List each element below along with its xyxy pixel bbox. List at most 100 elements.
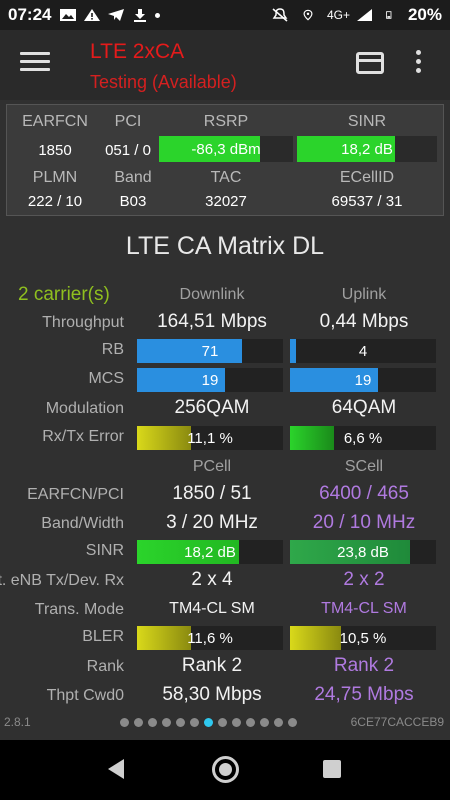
tac-value: 32027 bbox=[205, 193, 247, 210]
back-icon[interactable] bbox=[108, 759, 124, 779]
app-version: 2.8.1 bbox=[4, 715, 31, 729]
sinr-row: SINR 18,2 dB 23,8 dB bbox=[0, 538, 450, 566]
earfcn-label: EARFCN bbox=[22, 113, 88, 130]
rb-ul-value: 4 bbox=[358, 342, 368, 360]
cell-header-row: PCell SCell bbox=[0, 454, 450, 482]
sinr-label: SINR bbox=[347, 113, 387, 130]
sinr-value: 18,2 dB bbox=[341, 140, 393, 158]
uplink-header: Uplink bbox=[341, 286, 387, 303]
bler-row: BLER 11,6 % 10,5 % bbox=[0, 624, 450, 652]
band-width-label: Band/Width bbox=[41, 515, 124, 532]
sim-card-icon[interactable] bbox=[356, 52, 384, 74]
page-dot[interactable] bbox=[218, 718, 227, 727]
menu-icon[interactable] bbox=[20, 52, 50, 76]
trans-mode-scell: TM4-CL SM bbox=[321, 600, 407, 617]
enb-row: Ant. eNB Tx/Dev. Rx 2 x 4 2 x 2 bbox=[0, 568, 450, 596]
rsrp-bar: -86,3 dBm bbox=[159, 136, 293, 162]
throughput-dl: 164,51 Mbps bbox=[157, 311, 267, 332]
mcs-ul-bar: 19 bbox=[290, 368, 436, 392]
rank-label: Rank bbox=[86, 658, 124, 675]
rsrp-label: RSRP bbox=[203, 113, 249, 130]
image-icon bbox=[60, 9, 77, 21]
mcs-dl-bar: 19 bbox=[137, 368, 283, 392]
home-icon[interactable] bbox=[212, 756, 239, 783]
mcs-dl-value: 19 bbox=[201, 371, 219, 389]
status-bar: 07:24 4G+ 20% bbox=[0, 0, 450, 30]
earfcn-pci-pcell: 1850 / 51 bbox=[172, 483, 252, 504]
device-id: 6CE77CACCEB9 bbox=[350, 715, 444, 729]
plmn-value: 222 / 10 bbox=[27, 193, 83, 210]
rb-dl-value: 71 bbox=[201, 342, 219, 360]
rb-row: RB 71 4 bbox=[0, 337, 450, 365]
mcs-row: MCS 19 19 bbox=[0, 366, 450, 394]
tac-label: TAC bbox=[210, 169, 242, 186]
earfcn-pci-label: EARFCN/PCI bbox=[27, 486, 124, 503]
sinr-scell-value: 23,8 dB bbox=[337, 543, 389, 561]
warning-icon bbox=[84, 9, 101, 21]
cwd0-row: Thpt Cwd0 58,30 Mbps 24,75 Mbps bbox=[0, 683, 450, 711]
page-dot[interactable] bbox=[148, 718, 157, 727]
pci-label: PCI bbox=[114, 113, 142, 130]
page-dot[interactable] bbox=[190, 718, 199, 727]
sinr-pcell-bar: 18,2 dB bbox=[137, 540, 283, 564]
cwd0-pcell: 58,30 Mbps bbox=[162, 684, 262, 705]
recent-apps-icon[interactable] bbox=[323, 760, 341, 778]
rb-label: RB bbox=[101, 341, 124, 358]
error-ul-bar: 6,6 % bbox=[290, 426, 436, 450]
ecellid-value: 69537 / 31 bbox=[331, 193, 403, 210]
rsrp-value: -86,3 dBm bbox=[191, 140, 261, 158]
page-dot[interactable] bbox=[274, 718, 283, 727]
rank-scell: Rank 2 bbox=[333, 655, 395, 676]
trans-mode-label: Trans. Mode bbox=[34, 601, 124, 618]
pci-value: 051 / 0 bbox=[105, 142, 151, 159]
band-width-row: Band/Width 3 / 20 MHz 20 / 10 MHz bbox=[0, 511, 450, 539]
enb-pcell: 2 x 4 bbox=[191, 569, 233, 590]
scell-header: SCell bbox=[344, 458, 384, 475]
serving-cell-panel: EARFCN PCI RSRP SINR 1850 051 / 0 -86,3 … bbox=[6, 104, 444, 216]
downlink-header: Downlink bbox=[179, 286, 245, 303]
modulation-dl: 256QAM bbox=[174, 397, 250, 418]
pcell-header: PCell bbox=[192, 458, 232, 475]
matrix-title: LTE CA Matrix DL bbox=[125, 232, 325, 260]
network-type: 4G+ bbox=[326, 8, 350, 22]
cwd0-label: Thpt Cwd0 bbox=[46, 687, 124, 704]
error-ul-value: 6,6 % bbox=[343, 429, 383, 447]
page-indicator[interactable] bbox=[120, 718, 297, 727]
bler-pcell-bar: 11,6 % bbox=[137, 626, 283, 650]
throughput-row: Throughput 164,51 Mbps 0,44 Mbps bbox=[0, 310, 450, 338]
page-dot[interactable] bbox=[134, 718, 143, 727]
app-title: LTE 2xCA bbox=[90, 40, 185, 63]
page-dot[interactable] bbox=[246, 718, 255, 727]
app-subtitle: Testing (Available) bbox=[90, 72, 237, 92]
sinr-pcell-value: 18,2 dB bbox=[184, 543, 236, 561]
trans-mode-row: Trans. Mode TM4-CL SM TM4-CL SM bbox=[0, 597, 450, 625]
enb-scell: 2 x 2 bbox=[343, 569, 385, 590]
navigation-bar bbox=[0, 740, 450, 800]
error-dl-value: 11,1 % bbox=[187, 429, 233, 447]
page-dot[interactable] bbox=[162, 718, 171, 727]
page-dot-active[interactable] bbox=[204, 718, 213, 727]
signal-icon bbox=[356, 9, 372, 21]
page-dot[interactable] bbox=[288, 718, 297, 727]
more-options-icon[interactable] bbox=[414, 50, 422, 78]
error-row: Rx/Tx Error 11,1 % 6,6 % bbox=[0, 424, 450, 452]
page-dot[interactable] bbox=[260, 718, 269, 727]
earfcn-pci-scell: 6400 / 465 bbox=[319, 483, 409, 504]
modulation-row: Modulation 256QAM 64QAM bbox=[0, 396, 450, 424]
rb-dl-bar: 71 bbox=[137, 339, 283, 363]
page-dot[interactable] bbox=[176, 718, 185, 727]
matrix-header-row: Downlink Uplink bbox=[0, 282, 450, 310]
trans-mode-pcell: TM4-CL SM bbox=[169, 600, 255, 617]
page-dot[interactable] bbox=[232, 718, 241, 727]
earfcn-value: 1850 bbox=[38, 142, 72, 159]
mcs-label: MCS bbox=[88, 370, 124, 387]
page-dot[interactable] bbox=[120, 718, 129, 727]
earfcn-pci-row: EARFCN/PCI 1850 / 51 6400 / 465 bbox=[0, 482, 450, 510]
cwd0-scell: 24,75 Mbps bbox=[314, 684, 414, 705]
dot-icon bbox=[155, 12, 161, 18]
sinr-row-label: SINR bbox=[85, 542, 124, 559]
rank-pcell: Rank 2 bbox=[181, 655, 243, 676]
sinr-scell-bar: 23,8 dB bbox=[290, 540, 436, 564]
bler-scell-bar: 10,5 % bbox=[290, 626, 436, 650]
modulation-label: Modulation bbox=[45, 400, 124, 417]
